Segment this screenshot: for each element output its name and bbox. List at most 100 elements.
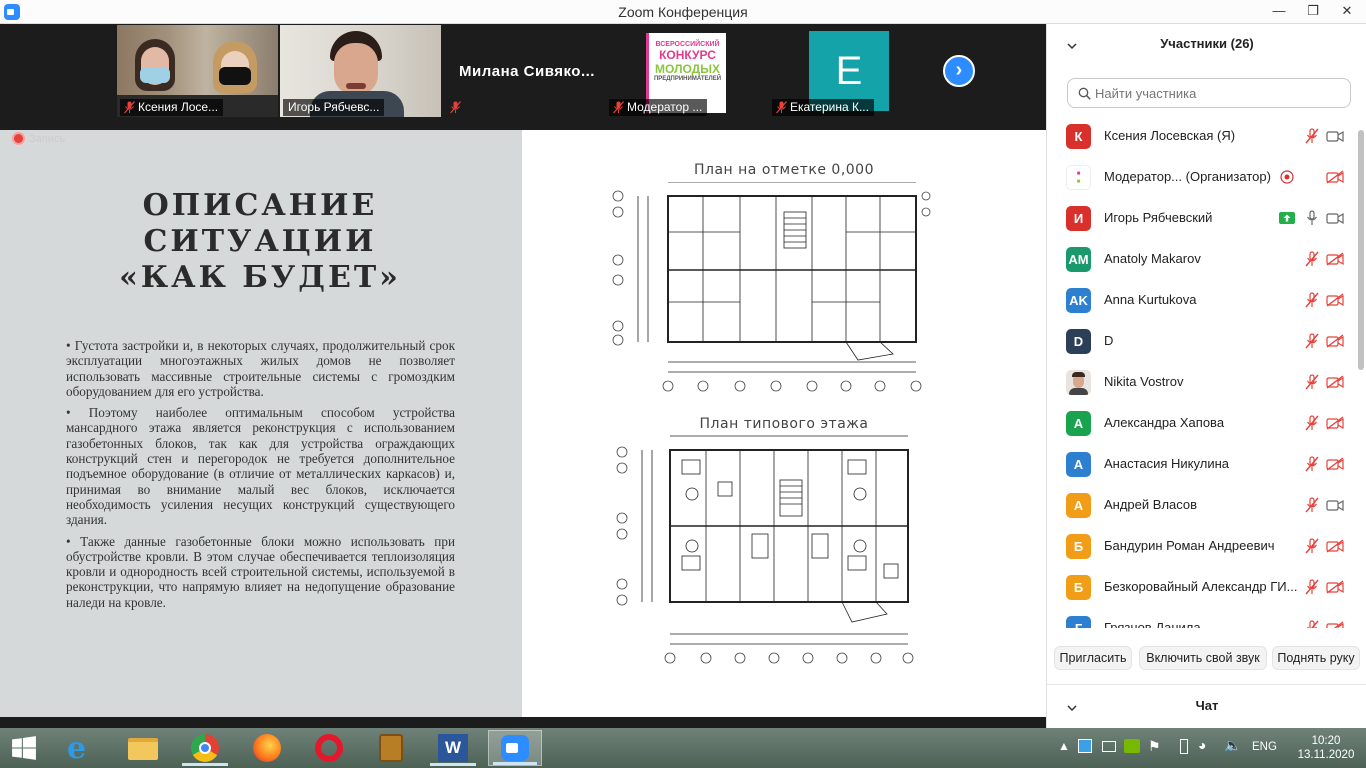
mic-muted-icon[interactable] <box>1303 333 1321 349</box>
video-off-icon[interactable] <box>1326 333 1344 349</box>
volume-icon[interactable]: 🔈 <box>1224 737 1241 754</box>
participant-name: Безкоровайный Александр ГИ... <box>1104 579 1298 594</box>
video-tile[interactable]: Ксения Лосе... <box>117 25 278 117</box>
mic-muted-icon <box>450 101 461 114</box>
mic-muted-icon[interactable] <box>1303 497 1321 513</box>
language-indicator[interactable]: ENG <box>1252 741 1277 753</box>
scrollbar-thumb[interactable] <box>1358 130 1364 370</box>
search-icon <box>1078 87 1091 100</box>
chat-header[interactable]: Чат <box>1047 698 1366 718</box>
mic-muted-icon[interactable] <box>1303 374 1321 390</box>
firefox-taskbar-icon[interactable] <box>240 730 294 766</box>
participant-row[interactable]: AM Anatoly Makarov <box>1047 239 1357 280</box>
video-off-icon[interactable] <box>1326 251 1344 267</box>
participant-name-tag: Игорь Рябчевс... <box>283 99 385 116</box>
word-taskbar-icon[interactable]: W <box>426 730 480 766</box>
flag-icon[interactable]: ⚑ <box>1148 738 1161 755</box>
battery-icon[interactable] <box>1180 739 1188 754</box>
video-off-icon[interactable] <box>1326 579 1344 595</box>
video-tile[interactable]: E Екатерина К... <box>769 25 930 117</box>
chrome-taskbar-icon[interactable] <box>178 730 232 766</box>
participant-row[interactable]: К Ксения Лосевская (Я) <box>1047 116 1357 157</box>
mic-on-icon[interactable] <box>1303 210 1321 226</box>
archiver-taskbar-icon[interactable] <box>364 730 418 766</box>
nvidia-icon[interactable] <box>1124 739 1140 753</box>
raise-hand-button[interactable]: Поднять руку <box>1272 646 1360 670</box>
mic-muted-icon[interactable] <box>1303 292 1321 308</box>
mic-muted-icon[interactable] <box>1303 456 1321 472</box>
video-off-icon[interactable] <box>1326 169 1344 185</box>
participant-list-scrollbar[interactable] <box>1358 116 1364 628</box>
mic-muted-icon[interactable] <box>1303 415 1321 431</box>
network-adapter-icon[interactable] <box>1078 739 1092 753</box>
opera-taskbar-icon[interactable] <box>302 730 356 766</box>
participant-row[interactable]: AK Anna Kurtukova <box>1047 280 1357 321</box>
avatar: А <box>1066 452 1091 477</box>
logo-line: КОНКУРС <box>659 48 716 62</box>
mic-muted-icon <box>776 101 787 114</box>
participant-row[interactable]: ■ ■ Модератор... (Организатор) <box>1047 157 1357 198</box>
participant-search[interactable] <box>1067 78 1351 108</box>
mic-muted-icon[interactable] <box>1303 251 1321 267</box>
video-on-icon[interactable] <box>1326 210 1344 226</box>
participant-row[interactable]: Б Безкоровайный Александр ГИ... <box>1047 567 1357 608</box>
mic-muted-icon <box>613 101 624 114</box>
video-off-icon[interactable] <box>1326 620 1344 628</box>
wifi-icon[interactable]: ◕ <box>1198 737 1206 753</box>
start-button[interactable] <box>0 730 48 766</box>
title-bar: Zoom Конференция — ❐ ✕ <box>0 0 1366 24</box>
recording-dot-icon <box>14 134 23 143</box>
panel-divider <box>1047 684 1366 685</box>
device-icon[interactable] <box>1102 741 1116 752</box>
file-explorer-taskbar-icon[interactable] <box>116 730 170 766</box>
invite-button[interactable]: Пригласить <box>1054 646 1132 670</box>
next-page-arrow-button[interactable]: › <box>943 55 975 87</box>
participant-row[interactable]: Г Грязнов Данила <box>1047 608 1357 628</box>
mic-muted-icon[interactable] <box>1303 128 1321 144</box>
avatar: Г <box>1066 616 1091 628</box>
participants-header[interactable]: Участники (26) <box>1047 36 1366 56</box>
avatar: Б <box>1066 575 1091 600</box>
participant-row[interactable]: И Игорь Рябчевский <box>1047 198 1357 239</box>
video-tile[interactable]: ВСЕРОССИЙСКИЙ КОНКУРС МОЛОДЫХ ПРЕДПРИНИМ… <box>606 25 767 117</box>
slide-paragraph: • Также данные газобетонные блоки можно … <box>66 533 455 610</box>
slide-paragraph: • Поэтому наиболее оптимальным способом … <box>66 405 455 528</box>
video-off-icon[interactable] <box>1326 456 1344 472</box>
internet-explorer-taskbar-icon[interactable]: e <box>56 730 110 766</box>
participant-row[interactable]: А Андрей Власов <box>1047 485 1357 526</box>
participant-name: Бандурин Роман Андреевич <box>1104 538 1275 553</box>
video-tile[interactable]: Милана Сивяко... <box>443 25 604 117</box>
show-hidden-icons-icon[interactable]: ▲ <box>1058 739 1070 753</box>
video-on-icon[interactable] <box>1326 128 1344 144</box>
participant-search-input[interactable] <box>1095 84 1345 102</box>
slide-title-line: СИТУАЦИИ <box>143 224 377 259</box>
participant-row[interactable]: А Анастасия Никулина <box>1047 444 1357 485</box>
zoom-taskbar-icon[interactable] <box>488 730 542 766</box>
close-button[interactable]: ✕ <box>1330 0 1364 24</box>
video-off-icon[interactable] <box>1326 374 1344 390</box>
clock-time: 10:20 <box>1311 735 1341 747</box>
clock[interactable]: 10:20 13.11.2020 <box>1296 734 1356 762</box>
avatar: AM <box>1066 247 1091 272</box>
participant-row[interactable]: А Александра Хапова <box>1047 403 1357 444</box>
recording-icon <box>1280 170 1294 184</box>
mic-muted-icon[interactable] <box>1303 620 1321 628</box>
video-off-icon[interactable] <box>1326 538 1344 554</box>
unmute-button[interactable]: Включить свой звук <box>1139 646 1267 670</box>
mic-muted-icon[interactable] <box>1303 579 1321 595</box>
participant-row[interactable]: DD <box>1047 321 1357 362</box>
participant-row[interactable]: Nikita Vostrov <box>1047 362 1357 403</box>
slide-plans-panel: План на отметке 0,000 План типового этаж… <box>522 130 1046 717</box>
participant-row[interactable]: Б Бандурин Роман Андреевич <box>1047 526 1357 567</box>
video-on-icon[interactable] <box>1326 497 1344 513</box>
restore-button[interactable]: ❐ <box>1296 0 1330 24</box>
screen-share-icon <box>1279 212 1295 224</box>
video-off-icon[interactable] <box>1326 292 1344 308</box>
participant-name: Anna Kurtukova <box>1104 292 1197 307</box>
slide-body: • Густота застройки и, в некоторых случа… <box>66 338 455 616</box>
video-tile-active-speaker[interactable]: Игорь Рябчевс... <box>280 25 441 117</box>
mic-muted-icon[interactable] <box>1303 538 1321 554</box>
video-off-icon[interactable] <box>1326 415 1344 431</box>
minimize-button[interactable]: — <box>1262 0 1296 24</box>
participant-name: Nikita Vostrov <box>1104 374 1184 389</box>
